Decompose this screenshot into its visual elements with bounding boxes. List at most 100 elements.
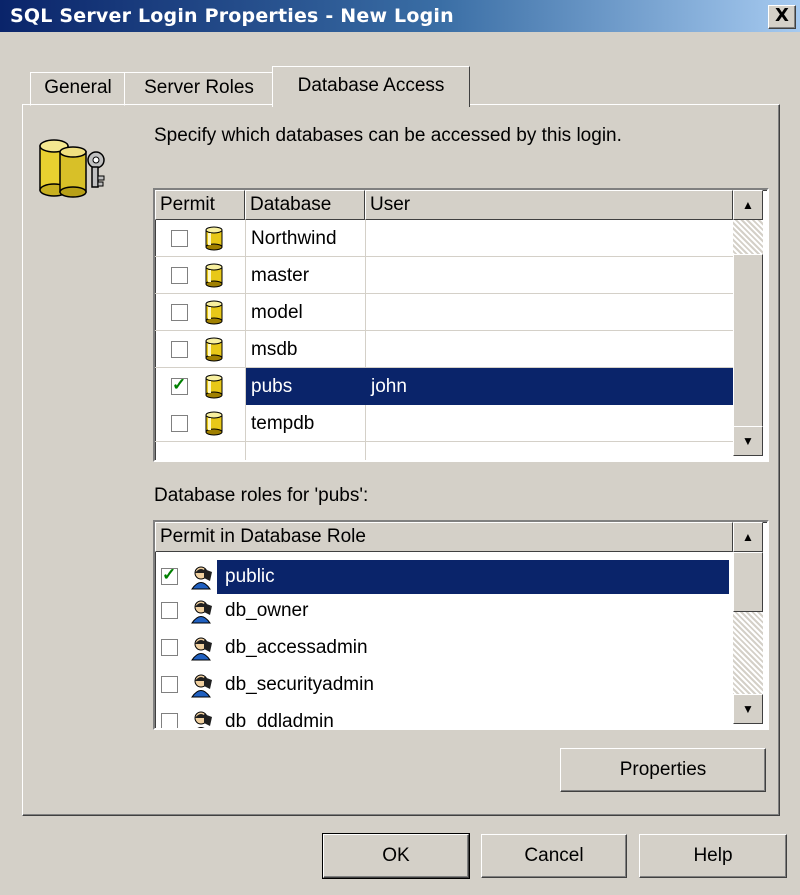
ok-button[interactable]: OK bbox=[322, 833, 470, 879]
properties-button-label: Properties bbox=[619, 759, 707, 780]
role-checkbox[interactable] bbox=[161, 713, 178, 728]
roles-list[interactable]: Permit in Database Role public db_owner … bbox=[153, 520, 769, 730]
tab-general-label: General bbox=[44, 77, 112, 98]
permit-checkbox[interactable] bbox=[171, 375, 188, 395]
grid-line bbox=[365, 220, 366, 368]
role-name: public bbox=[225, 566, 275, 587]
database-user: john bbox=[371, 376, 407, 397]
close-icon: X bbox=[775, 5, 789, 26]
user-role-icon bbox=[189, 598, 215, 630]
role-row[interactable]: db_securityadmin bbox=[155, 668, 729, 702]
ok-button-label: OK bbox=[382, 845, 410, 866]
column-header-permit-label: Permit bbox=[160, 194, 215, 215]
grid-line bbox=[155, 367, 733, 368]
role-name: db_accessadmin bbox=[225, 637, 368, 658]
column-header-database-label: Database bbox=[250, 194, 332, 215]
permit-checkbox[interactable] bbox=[171, 415, 188, 432]
database-icon bbox=[201, 410, 227, 442]
user-role-icon bbox=[189, 635, 215, 667]
window-title: SQL Server Login Properties - New Login bbox=[10, 5, 454, 27]
database-icon bbox=[201, 299, 227, 331]
database-name: model bbox=[251, 302, 303, 323]
database-row[interactable]: pubs john bbox=[155, 368, 733, 405]
role-checkbox[interactable] bbox=[161, 602, 178, 619]
column-header-role[interactable]: Permit in Database Role bbox=[155, 522, 733, 552]
cancel-button[interactable]: Cancel bbox=[481, 834, 627, 878]
database-name: tempdb bbox=[251, 413, 315, 434]
cancel-button-label: Cancel bbox=[524, 845, 584, 866]
dialog-window: SQL Server Login Properties - New Login … bbox=[0, 0, 800, 895]
role-name: db_securityadmin bbox=[225, 674, 374, 695]
instruction-text: Specify which databases can be accessed … bbox=[154, 125, 622, 146]
database-list[interactable]: Permit Database User Northwind master mo… bbox=[153, 188, 769, 462]
grid-line bbox=[245, 220, 246, 460]
permit-checkbox[interactable] bbox=[171, 230, 188, 247]
database-name: master bbox=[251, 265, 310, 286]
selection-highlight bbox=[245, 368, 733, 405]
role-checkbox[interactable] bbox=[161, 676, 178, 693]
grid-line bbox=[155, 330, 733, 331]
user-role-icon bbox=[189, 564, 215, 596]
role-name: db_owner bbox=[225, 600, 309, 621]
help-button-label: Help bbox=[693, 845, 733, 866]
scroll-down-button[interactable]: ▼ bbox=[733, 694, 763, 724]
role-checkbox[interactable] bbox=[161, 639, 178, 656]
column-header-user[interactable]: User bbox=[365, 190, 733, 220]
permit-checkbox[interactable] bbox=[171, 304, 188, 321]
selection-highlight bbox=[217, 560, 729, 594]
grid-line bbox=[155, 293, 733, 294]
database-row[interactable]: tempdb bbox=[155, 405, 733, 442]
user-role-icon bbox=[189, 672, 215, 704]
database-icon bbox=[201, 262, 227, 294]
arrow-down-icon: ▼ bbox=[742, 702, 754, 716]
tab-database-access[interactable]: Database Access bbox=[272, 66, 470, 107]
close-button[interactable]: X bbox=[768, 5, 796, 29]
scroll-up-button[interactable]: ▲ bbox=[733, 522, 763, 552]
database-row[interactable]: master bbox=[155, 257, 733, 294]
column-header-database[interactable]: Database bbox=[245, 190, 365, 220]
grid-line bbox=[155, 441, 733, 442]
help-button[interactable]: Help bbox=[639, 834, 787, 878]
roles-label: Database roles for 'pubs': bbox=[154, 485, 369, 506]
role-name: db_ddladmin bbox=[225, 711, 334, 730]
database-name: Northwind bbox=[251, 228, 337, 249]
scroll-thumb[interactable] bbox=[733, 254, 763, 428]
scroll-up-button[interactable]: ▲ bbox=[733, 190, 763, 220]
tab-server-roles[interactable]: Server Roles bbox=[124, 72, 274, 106]
roles-list-header: Permit in Database Role bbox=[155, 522, 733, 552]
role-row[interactable]: db_accessadmin bbox=[155, 631, 729, 665]
column-header-permit[interactable]: Permit bbox=[155, 190, 245, 220]
title-bar[interactable]: SQL Server Login Properties - New Login … bbox=[0, 0, 800, 32]
permit-checkbox[interactable] bbox=[171, 267, 188, 284]
scroll-down-button[interactable]: ▼ bbox=[733, 426, 763, 456]
tab-general[interactable]: General bbox=[30, 72, 126, 106]
database-name: pubs bbox=[251, 376, 293, 397]
permit-checkbox[interactable] bbox=[171, 341, 188, 358]
database-icon bbox=[201, 225, 227, 257]
scroll-thumb[interactable] bbox=[733, 552, 763, 612]
database-row[interactable]: model bbox=[155, 294, 733, 331]
column-header-user-label: User bbox=[370, 194, 411, 215]
arrow-up-icon: ▲ bbox=[742, 198, 754, 212]
user-role-icon bbox=[189, 709, 215, 728]
tab-server-roles-label: Server Roles bbox=[144, 77, 254, 98]
database-key-icon bbox=[38, 136, 110, 204]
database-list-scrollbar[interactable]: ▲ ▼ bbox=[733, 190, 763, 456]
database-row[interactable]: Northwind bbox=[155, 220, 733, 257]
roles-list-scrollbar[interactable]: ▲ ▼ bbox=[733, 522, 763, 724]
role-row[interactable]: db_ddladmin bbox=[155, 705, 729, 730]
column-header-role-label: Permit in Database Role bbox=[160, 526, 366, 547]
database-name: msdb bbox=[251, 339, 298, 360]
database-icon bbox=[201, 373, 227, 405]
database-row[interactable]: msdb bbox=[155, 331, 733, 368]
tab-database-access-label: Database Access bbox=[297, 75, 445, 96]
arrow-down-icon: ▼ bbox=[742, 434, 754, 448]
arrow-up-icon: ▲ bbox=[742, 530, 754, 544]
properties-button[interactable]: Properties bbox=[560, 748, 766, 792]
role-row[interactable]: public bbox=[155, 560, 729, 594]
grid-line bbox=[155, 256, 733, 257]
role-checkbox[interactable] bbox=[161, 565, 178, 585]
grid-line bbox=[365, 405, 366, 460]
database-icon bbox=[201, 336, 227, 368]
role-row[interactable]: db_owner bbox=[155, 594, 729, 628]
